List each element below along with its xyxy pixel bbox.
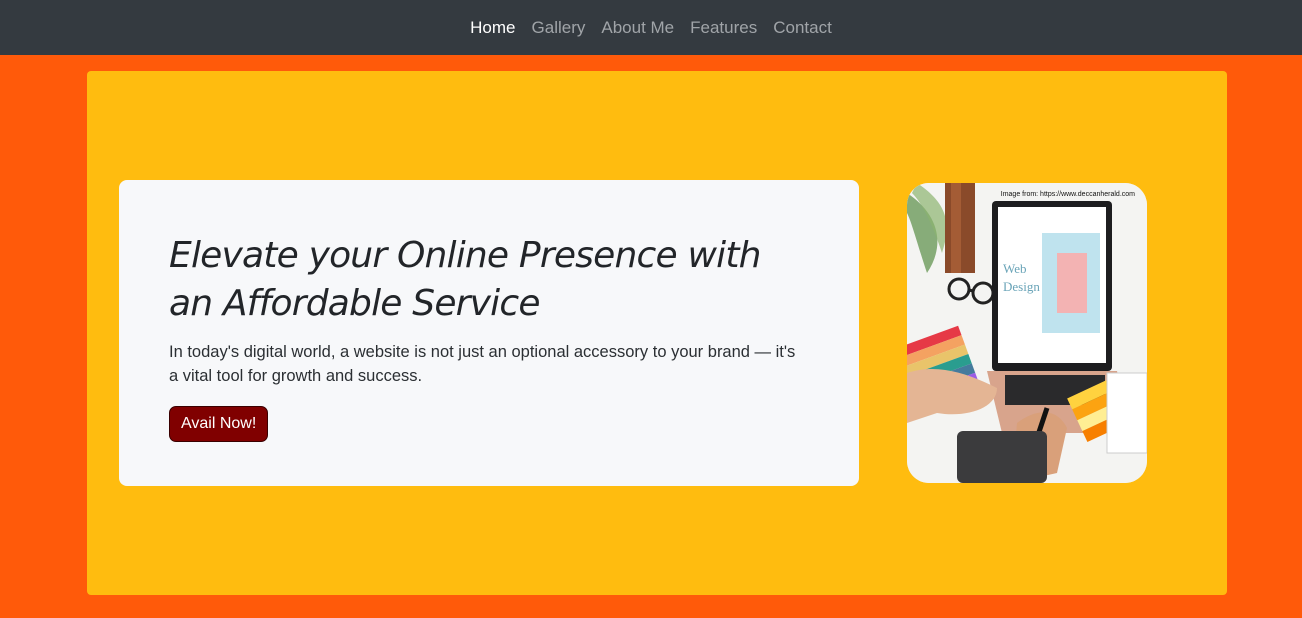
hero-description: In today's digital world, a website is n… — [169, 343, 796, 385]
hero-image: Web Design Image from: https://www.decca… — [907, 183, 1147, 483]
hero-title: Elevate your Online Presence with an Aff… — [169, 235, 761, 324]
hero-card: Elevate your Online Presence with an Aff… — [119, 180, 859, 486]
image-credit: Image from: https://www.deccanherald.com — [1000, 191, 1135, 198]
hero-section: Elevate your Online Presence with an Aff… — [87, 71, 1227, 595]
svg-text:Design: Design — [1003, 279, 1040, 294]
nav-link-features[interactable]: Features — [690, 18, 757, 38]
image-screen-text: Web — [1003, 261, 1027, 276]
nav-link-gallery[interactable]: Gallery — [532, 18, 586, 38]
nav-link-home[interactable]: Home — [470, 18, 515, 38]
nav-link-about-me[interactable]: About Me — [601, 18, 674, 38]
laptop-design-illustration: Web Design — [907, 183, 1147, 483]
navbar: Home Gallery About Me Features Contact — [0, 0, 1302, 55]
nav-link-contact[interactable]: Contact — [773, 18, 832, 38]
avail-now-button[interactable]: Avail Now! — [169, 406, 269, 442]
